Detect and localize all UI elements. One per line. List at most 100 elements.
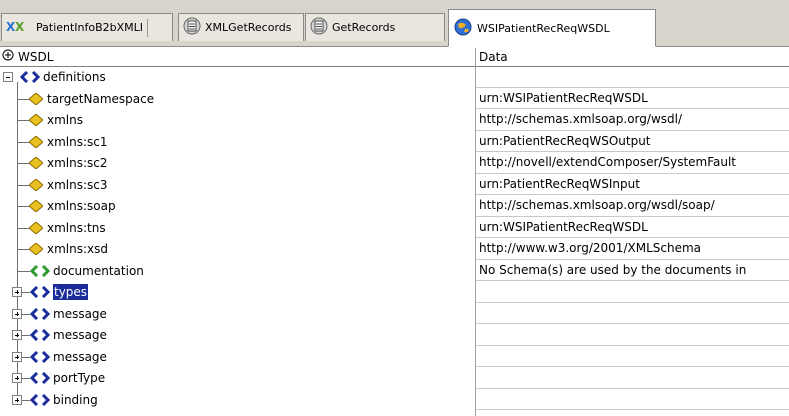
node-label: xmlns:tns bbox=[47, 220, 106, 235]
node-label: message bbox=[53, 328, 107, 342]
expand-toggle-icon[interactable] bbox=[12, 308, 22, 319]
data-cell[interactable]: urn:WSIPatientRecReqWSDL bbox=[476, 217, 789, 238]
node-label: documentation bbox=[53, 263, 144, 278]
attribute-diamond-icon bbox=[28, 113, 44, 129]
attribute-diamond-icon bbox=[28, 91, 44, 108]
tab-label: WSIPatientRecReqWSDL bbox=[477, 21, 610, 35]
tree-connector bbox=[22, 399, 30, 401]
node-label: xmlns:sc2 bbox=[47, 156, 108, 170]
tree-cell: message bbox=[0, 324, 475, 346]
collapse-toggle-icon[interactable] bbox=[3, 72, 13, 82]
tree-cell: xmlns:sc1 bbox=[0, 131, 475, 153]
tab-getrecords[interactable]: GetRecords bbox=[305, 13, 445, 41]
tree-row[interactable]: xmlns:sc2 http://novell/extendComposer/Sy… bbox=[0, 152, 789, 174]
element-tag-icon bbox=[29, 350, 52, 366]
wsdl-column-label: WSDL bbox=[18, 50, 54, 64]
element-tag-icon bbox=[29, 393, 52, 409]
tab-label: PatientInfoB2bXMLI bbox=[36, 21, 144, 34]
expand-toggle-icon[interactable] bbox=[12, 394, 22, 405]
expand-toggle-icon[interactable] bbox=[12, 287, 22, 297]
node-label: targetNamespace bbox=[47, 91, 155, 106]
tree-row[interactable]: documentation No Schema(s) are used by th… bbox=[0, 260, 789, 282]
data-cell[interactable] bbox=[476, 346, 789, 367]
node-label: types bbox=[53, 284, 89, 300]
tab-label: GetRecords bbox=[332, 21, 396, 34]
tree-row[interactable]: message bbox=[0, 346, 789, 368]
document-tab-strip: XX PatientInfoB2bXMLI XMLGetRecords GetR… bbox=[0, 0, 789, 47]
database-component-icon bbox=[310, 17, 328, 38]
data-cell[interactable]: urn:WSIPatientRecReqWSDL bbox=[476, 88, 789, 109]
tree-row[interactable]: targetNamespace urn:WSIPatientRecReqWSDL bbox=[0, 88, 789, 110]
node-label: message bbox=[53, 349, 107, 364]
data-cell[interactable] bbox=[476, 324, 789, 346]
tab-label: XMLGetRecords bbox=[205, 21, 292, 34]
tree-row[interactable]: message bbox=[0, 324, 789, 346]
node-label: portType bbox=[53, 371, 106, 385]
element-tag-icon bbox=[29, 371, 52, 387]
wsdl-root-icon bbox=[2, 48, 14, 66]
tab-patientinfob2bxmli[interactable]: XX PatientInfoB2bXMLI bbox=[1, 13, 173, 41]
tree-cell: portType bbox=[0, 367, 475, 389]
data-cell[interactable] bbox=[476, 281, 789, 303]
tree-row[interactable]: xmlns:xsd http://www.w3.org/2001/XMLSchem… bbox=[0, 238, 789, 260]
tree-cell: definitions bbox=[0, 66, 475, 88]
tree-cell: targetNamespace bbox=[0, 88, 475, 110]
wsdl-column-header[interactable]: WSDL bbox=[2, 48, 53, 66]
tree-cell: xmlns:soap bbox=[0, 195, 475, 217]
tree-cell: message bbox=[0, 303, 475, 325]
tree-cell: message bbox=[0, 346, 475, 368]
text-element-tag-icon bbox=[29, 264, 52, 280]
tree-row[interactable]: binding bbox=[0, 389, 789, 411]
data-cell[interactable]: urn:PatientRecReqWSInput bbox=[476, 174, 789, 195]
node-label: definitions bbox=[43, 70, 106, 84]
data-cell[interactable]: http://schemas.xmlsoap.org/wsdl/soap/ bbox=[476, 195, 789, 217]
tree-row[interactable]: xmlns:soap http://schemas.xmlsoap.org/wsd… bbox=[0, 195, 789, 217]
node-label: xmlns:sc3 bbox=[47, 177, 108, 192]
tree-cell: xmlns:sc3 bbox=[0, 174, 475, 196]
tree-row[interactable]: message bbox=[0, 303, 789, 325]
data-cell[interactable] bbox=[476, 389, 789, 410]
data-cell[interactable]: urn:PatientRecReqWSOutput bbox=[476, 131, 789, 152]
node-label: binding bbox=[53, 392, 98, 407]
tab-wsipatientrecreqwsdl[interactable]: WSIPatientRecReqWSDL bbox=[448, 9, 656, 47]
tab-xmlgetrecords[interactable]: XMLGetRecords bbox=[178, 13, 304, 41]
tree-row[interactable]: xmlns http://schemas.xmlsoap.org/wsdl/ bbox=[0, 109, 789, 131]
tree-cell: binding bbox=[0, 389, 475, 411]
data-cell[interactable] bbox=[476, 66, 789, 88]
element-tag-icon bbox=[29, 328, 52, 344]
tree-cell: xmlns:tns bbox=[0, 217, 475, 239]
tree-row[interactable]: xmlns:sc3 urn:PatientRecReqWSInput bbox=[0, 174, 789, 196]
attribute-diamond-icon bbox=[28, 242, 44, 258]
data-cell[interactable]: http://novell/extendComposer/SystemFault bbox=[476, 152, 789, 174]
data-cell[interactable] bbox=[476, 303, 789, 324]
tree-connector bbox=[22, 378, 30, 379]
attribute-diamond-icon bbox=[28, 134, 44, 151]
data-column-header[interactable]: Data bbox=[479, 48, 508, 66]
tree-row[interactable]: xmlns:sc1 urn:PatientRecReqWSOutput bbox=[0, 131, 789, 153]
wsdl-globe-icon bbox=[453, 17, 473, 40]
tree-row[interactable]: definitions bbox=[0, 66, 789, 88]
expand-toggle-icon[interactable] bbox=[12, 330, 22, 340]
node-label: message bbox=[53, 306, 107, 321]
tree-row[interactable]: portType bbox=[0, 367, 789, 389]
svg-text:X: X bbox=[15, 20, 25, 33]
tree-cell: documentation bbox=[0, 260, 475, 282]
tree-row[interactable]: xmlns:tns urn:WSIPatientRecReqWSDL bbox=[0, 217, 789, 239]
data-cell[interactable]: No Schema(s) are used by the documents i… bbox=[476, 260, 789, 281]
tree-connector bbox=[17, 270, 30, 272]
element-tag-icon bbox=[29, 307, 52, 323]
data-cell[interactable] bbox=[476, 367, 789, 389]
tree-connector bbox=[22, 335, 30, 336]
attribute-diamond-icon bbox=[28, 199, 44, 215]
tree-row[interactable]: types bbox=[0, 281, 789, 303]
expand-toggle-icon[interactable] bbox=[12, 351, 22, 362]
data-cell[interactable]: http://schemas.xmlsoap.org/wsdl/ bbox=[476, 109, 789, 131]
tree-cell: types bbox=[0, 281, 475, 303]
attribute-diamond-icon bbox=[28, 177, 44, 194]
tree-header: WSDL Data bbox=[0, 48, 789, 67]
data-cell[interactable]: http://www.w3.org/2001/XMLSchema bbox=[476, 238, 789, 260]
expand-toggle-icon[interactable] bbox=[12, 373, 22, 383]
node-label: xmlns:sc1 bbox=[47, 134, 108, 149]
attribute-diamond-icon bbox=[28, 156, 44, 172]
tree-cell: xmlns:sc2 bbox=[0, 152, 475, 174]
